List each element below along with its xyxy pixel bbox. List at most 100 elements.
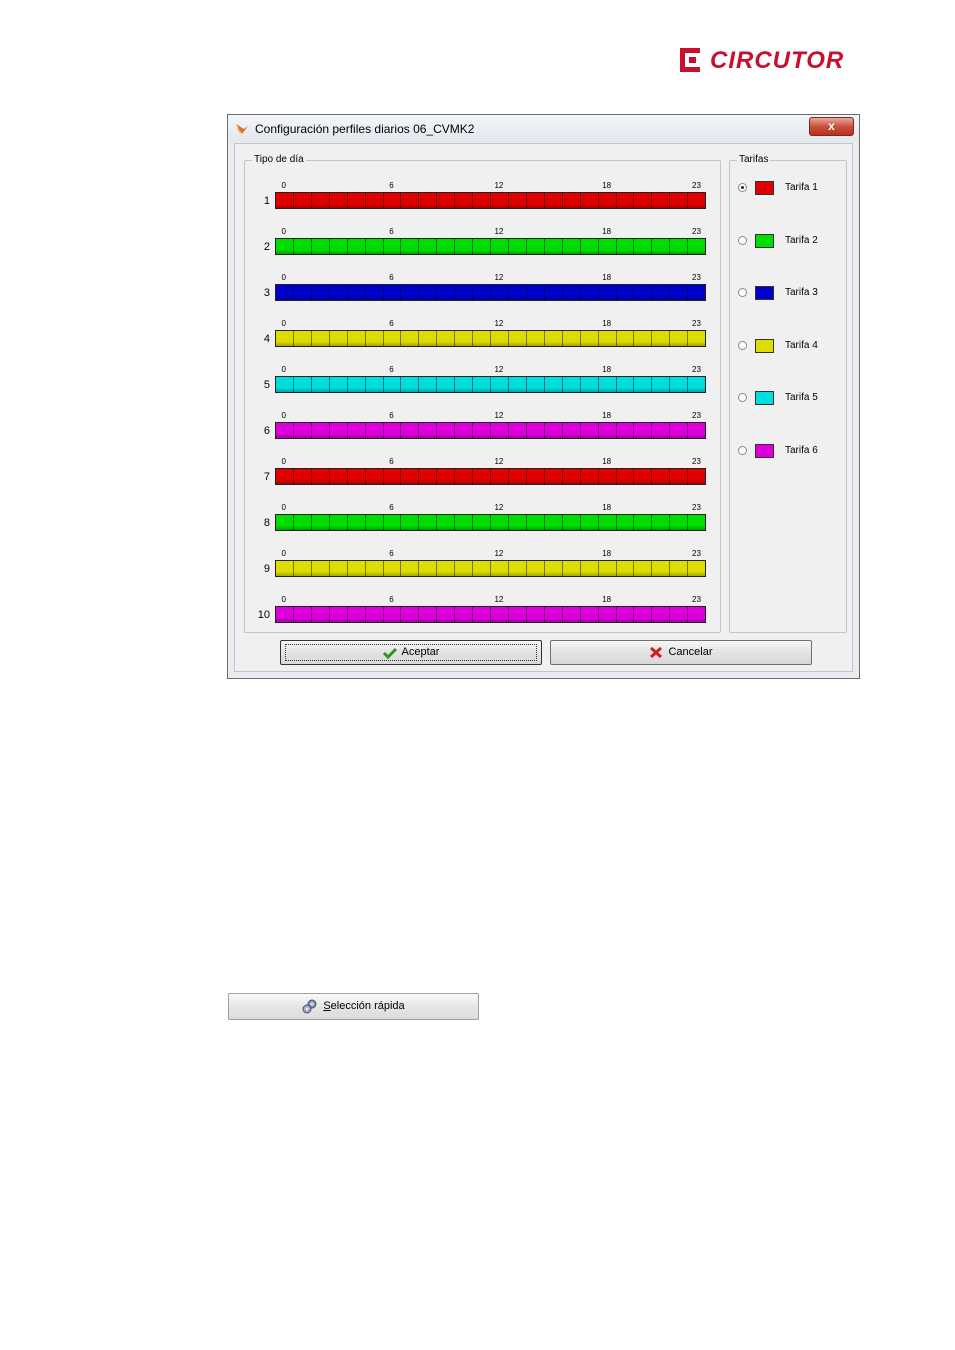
hour-cell[interactable] (544, 239, 563, 254)
hour-cell[interactable] (598, 607, 617, 622)
hour-cell[interactable] (544, 193, 563, 208)
hour-cell[interactable] (419, 239, 438, 254)
hour-cell[interactable] (383, 515, 402, 530)
hour-cell[interactable] (544, 331, 563, 346)
hour-cell[interactable] (329, 285, 348, 300)
hour-cell[interactable] (383, 193, 402, 208)
hour-cell[interactable] (347, 515, 366, 530)
hour-cell[interactable] (473, 607, 492, 622)
hour-cell[interactable] (562, 469, 581, 484)
hour-cell[interactable] (688, 193, 706, 208)
hour-cell[interactable] (491, 377, 509, 392)
hour-cell[interactable] (293, 331, 312, 346)
hour-cell[interactable] (652, 285, 671, 300)
hour-cell[interactable] (473, 377, 492, 392)
hour-cell[interactable] (562, 239, 581, 254)
hour-cell[interactable] (311, 607, 330, 622)
hour-cell[interactable] (401, 607, 420, 622)
hour-cell[interactable] (491, 239, 509, 254)
hour-cell[interactable] (580, 561, 599, 576)
hour-cell[interactable] (580, 239, 599, 254)
hour-cell[interactable] (473, 561, 492, 576)
hour-cell[interactable] (365, 607, 384, 622)
hour-cell[interactable] (598, 331, 617, 346)
hour-cell[interactable] (580, 331, 599, 346)
tarifa-radio[interactable] (738, 393, 747, 403)
hour-cell[interactable] (688, 469, 706, 484)
hour-cell[interactable] (276, 607, 294, 622)
hour-cell[interactable] (670, 193, 689, 208)
quick-selection-button[interactable]: Selección rápida (228, 993, 479, 1020)
hour-cell[interactable] (437, 285, 456, 300)
hour-cell[interactable] (311, 377, 330, 392)
hour-cell[interactable] (437, 377, 456, 392)
hour-cell[interactable] (383, 423, 402, 438)
hour-cell[interactable] (276, 469, 294, 484)
hour-cell[interactable] (652, 607, 671, 622)
close-button[interactable]: x (809, 117, 854, 136)
hour-cell[interactable] (616, 515, 635, 530)
hour-cell[interactable] (544, 285, 563, 300)
hour-cell[interactable] (598, 239, 617, 254)
hour-cell[interactable] (616, 607, 635, 622)
hour-cell[interactable] (616, 239, 635, 254)
hour-cell[interactable] (329, 607, 348, 622)
hour-cell[interactable] (365, 561, 384, 576)
hour-cell[interactable] (383, 239, 402, 254)
hour-cell[interactable] (598, 423, 617, 438)
hour-cell[interactable] (455, 469, 474, 484)
hour-cell[interactable] (437, 469, 456, 484)
tarifa-option[interactable]: Tarifa 3 (738, 286, 838, 302)
hour-cell[interactable] (276, 423, 294, 438)
hour-cell[interactable] (491, 469, 509, 484)
hour-cell[interactable] (473, 515, 492, 530)
hour-cell[interactable] (652, 561, 671, 576)
hour-cell[interactable] (311, 561, 330, 576)
hour-cell[interactable] (616, 377, 635, 392)
hour-cell[interactable] (526, 377, 545, 392)
hour-cell[interactable] (311, 469, 330, 484)
hour-cell[interactable] (437, 423, 456, 438)
hour-cell[interactable] (347, 423, 366, 438)
hour-cell[interactable] (688, 239, 706, 254)
hour-cell[interactable] (455, 515, 474, 530)
hour-cell[interactable] (401, 469, 420, 484)
hour-cell[interactable] (401, 285, 420, 300)
hour-cell[interactable] (526, 561, 545, 576)
hour-cell[interactable] (383, 331, 402, 346)
hour-cell[interactable] (401, 515, 420, 530)
hour-cell[interactable] (401, 561, 420, 576)
hour-cell[interactable] (652, 239, 671, 254)
hour-cell[interactable] (293, 239, 312, 254)
tarifa-radio[interactable] (738, 235, 747, 245)
hour-cell[interactable] (383, 469, 402, 484)
hour-cell[interactable] (455, 285, 474, 300)
hour-cell[interactable] (347, 561, 366, 576)
hour-cell[interactable] (688, 285, 706, 300)
hour-cell[interactable] (347, 193, 366, 208)
hour-cell[interactable] (276, 377, 294, 392)
hour-cell[interactable] (455, 377, 474, 392)
hour-cell[interactable] (419, 193, 438, 208)
hour-cell[interactable] (455, 331, 474, 346)
hour-cell[interactable] (670, 561, 689, 576)
hour-cell[interactable] (508, 515, 527, 530)
hour-cell[interactable] (688, 377, 706, 392)
hour-cell[interactable] (329, 515, 348, 530)
hour-cell[interactable] (329, 193, 348, 208)
hour-cell[interactable] (562, 193, 581, 208)
hour-cell[interactable] (562, 607, 581, 622)
hour-cell[interactable] (634, 515, 653, 530)
title-bar[interactable]: Configuración perfiles diarios 06_CVMK2 … (228, 115, 859, 142)
hour-cell[interactable] (437, 239, 456, 254)
hour-cell[interactable] (562, 515, 581, 530)
hour-cell[interactable] (419, 607, 438, 622)
hour-cell[interactable] (616, 331, 635, 346)
hour-cell[interactable] (311, 239, 330, 254)
hour-cell[interactable] (562, 285, 581, 300)
hour-cell[interactable] (293, 469, 312, 484)
hour-cell[interactable] (473, 423, 492, 438)
hour-cell[interactable] (473, 285, 492, 300)
hour-cell[interactable] (276, 239, 294, 254)
hour-cell[interactable] (473, 469, 492, 484)
